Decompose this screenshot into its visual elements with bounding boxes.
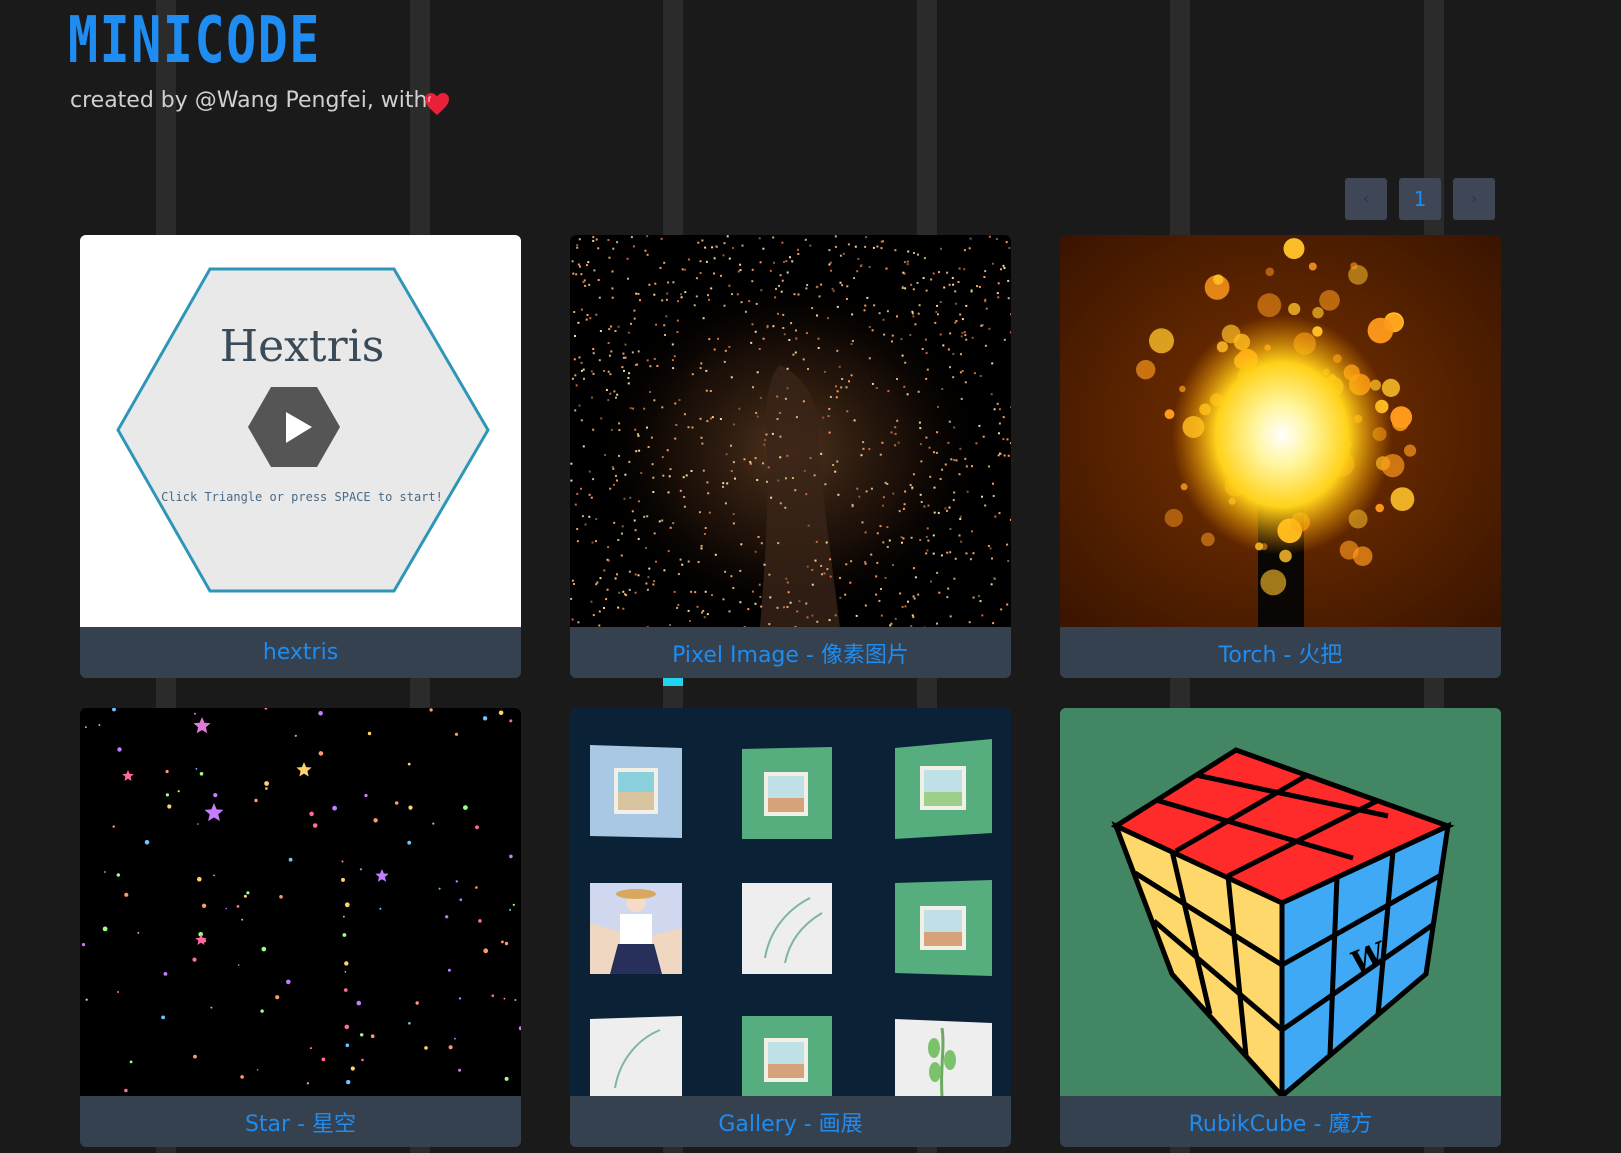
hextris-thumb-hint: Click Triangle or press SPACE to start! — [161, 490, 443, 504]
star-thumbnail — [80, 708, 521, 1096]
hextris-thumb-title: Hextris — [220, 321, 385, 372]
rubikcube-thumbnail: W — [1060, 708, 1501, 1096]
project-card-pixel-image[interactable]: Pixel Image - 像素图片 — [570, 235, 1011, 678]
heart-icon — [424, 92, 450, 116]
project-card-hextris[interactable]: Hextris Click Triangle or press SPACE to… — [80, 235, 521, 678]
scroll-indicator — [663, 678, 683, 686]
project-card-rubikcube[interactable]: W RubikCube - 魔方 — [1060, 708, 1501, 1147]
subtitle: created by @Wang Pengfei, with — [70, 88, 428, 113]
card-label[interactable]: Gallery - 画展 — [570, 1096, 1011, 1147]
hextris-thumbnail: Hextris Click Triangle or press SPACE to… — [80, 235, 521, 627]
card-label[interactable]: RubikCube - 魔方 — [1060, 1096, 1501, 1147]
site-logo[interactable]: MINICODE — [68, 4, 321, 78]
project-card-star[interactable]: Star - 星空 — [80, 708, 521, 1147]
project-card-torch[interactable]: Torch - 火把 — [1060, 235, 1501, 678]
pagination-next-button[interactable]: › — [1453, 178, 1495, 220]
gallery-thumbnail — [570, 708, 1011, 1096]
project-card-gallery[interactable]: Gallery - 画展 — [570, 708, 1011, 1147]
pagination-page-1[interactable]: 1 — [1399, 178, 1441, 220]
pixel-image-thumbnail — [570, 235, 1011, 627]
card-label[interactable]: Torch - 火把 — [1060, 627, 1501, 678]
card-label[interactable]: hextris — [80, 627, 521, 678]
card-label[interactable]: Star - 星空 — [80, 1096, 521, 1147]
card-label[interactable]: Pixel Image - 像素图片 — [570, 627, 1011, 678]
pagination-prev-button[interactable]: ‹ — [1345, 178, 1387, 220]
torch-thumbnail — [1060, 235, 1501, 627]
